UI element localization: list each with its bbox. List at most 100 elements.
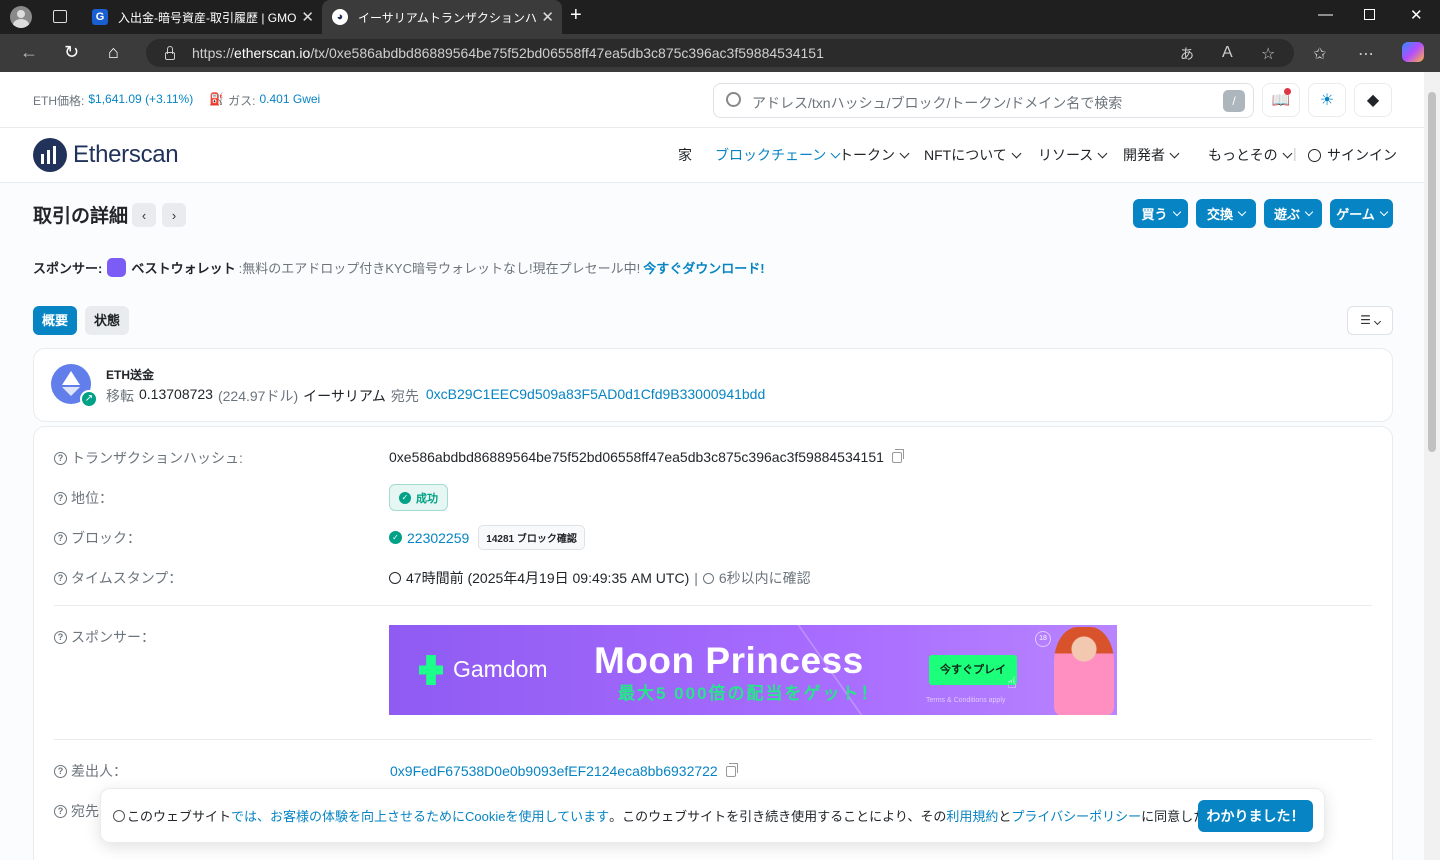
copy-icon[interactable]: [725, 762, 738, 777]
refresh-icon[interactable]: ↻: [64, 42, 79, 63]
tab-overview[interactable]: 概要: [33, 306, 77, 335]
ad-banner[interactable]: Gamdom Moon Princess 最大5 000倍の配当をゲット！ 今す…: [389, 625, 1117, 715]
play-button[interactable]: 遊ぶ: [1264, 199, 1322, 228]
timestamp-value: 47時間前 (2025年4月19日 09:49:35 AM UTC): [406, 570, 690, 586]
network-button[interactable]: ◆: [1354, 83, 1392, 117]
block-number-link[interactable]: 22302259: [407, 530, 469, 546]
back-icon[interactable]: ←: [20, 42, 38, 63]
browser-tab-gmo[interactable]: G 入出金-暗号資産-取引履歴 | GMO ✕: [82, 0, 322, 34]
transfer-label: 移転: [106, 388, 134, 404]
ad-terms: Terms & Conditions apply: [926, 697, 1006, 704]
game-button[interactable]: ゲーム: [1330, 199, 1393, 228]
chevron-down-icon: [1304, 207, 1314, 216]
cookie-banner: このウェブサイト では、お客様の体験を向上させるためにCookieを使用しています…: [100, 788, 1325, 843]
to-address-link[interactable]: 0xcB29C1EEC9d509a83F5AD0d1Cfd9B33000941b…: [426, 386, 765, 406]
clock-icon: [389, 572, 401, 584]
ad-cta-button[interactable]: 今すぐプレイ: [929, 655, 1017, 685]
stopwatch-icon: [702, 572, 714, 584]
btn-label: 遊ぶ: [1273, 207, 1300, 222]
cookie-text-1: このウェブサイト: [127, 809, 232, 824]
etherscan-favicon-icon: ◕: [332, 9, 348, 25]
transfer-amount: 0.13708723: [139, 386, 213, 402]
cursor-hand-icon: ☝: [1007, 675, 1017, 692]
status-row-label: ? 地位：: [54, 488, 113, 508]
nav-resources[interactable]: リソース: [1038, 145, 1108, 165]
nav-more[interactable]: もっとその: [1208, 145, 1293, 165]
tab-close-icon[interactable]: ✕: [301, 8, 314, 26]
help-icon: ?: [54, 764, 67, 778]
cookie-accept-button[interactable]: わかりました！: [1198, 800, 1313, 832]
url-field[interactable]: https://etherscan.io/tx/0xe586abdbd86889…: [146, 39, 1294, 67]
copy-icon[interactable]: [891, 448, 904, 463]
page-title: 取引の詳細: [33, 206, 129, 227]
minimize-icon[interactable]: —: [1318, 6, 1333, 23]
gas-value[interactable]: 0.401 Gwei: [260, 92, 321, 109]
profile-icon[interactable]: [10, 6, 32, 28]
timestamp-row-label: ? タイムスタンプ：: [54, 568, 182, 588]
tab-actions-icon[interactable]: [53, 10, 67, 23]
next-tx-button[interactable]: ›: [162, 203, 186, 227]
label-text: スポンサー：: [71, 629, 155, 645]
sign-in-link[interactable]: サインイン: [1308, 145, 1397, 165]
more-menu-icon[interactable]: ⋯: [1358, 44, 1374, 64]
exchange-button[interactable]: 交換: [1196, 199, 1256, 228]
to-label: 宛先: [390, 388, 419, 404]
chevron-left-icon: ‹: [141, 207, 147, 223]
nav-tokens[interactable]: トークン: [839, 145, 910, 165]
browser-tab-etherscan[interactable]: ◕ イーサリアムトランザクションハッシュ:0xe ✕: [322, 0, 562, 34]
summary-card: ↗ ETH送金 移転 0.13708723 (224.97ドル) イーサリアム …: [33, 348, 1393, 422]
read-aloud-icon[interactable]: A: [1222, 44, 1233, 62]
scrollbar-thumb[interactable]: [1428, 92, 1436, 452]
theme-toggle-button[interactable]: ☀: [1308, 83, 1346, 117]
prev-tx-button[interactable]: ‹: [132, 203, 156, 227]
from-row-label: ? 差出人：: [54, 761, 127, 781]
home-icon[interactable]: ⌂: [108, 42, 119, 63]
label-text: ブロック：: [71, 530, 141, 546]
sponsor-download-link[interactable]: 今すぐダウンロード!: [643, 258, 764, 277]
ad-title: Moon Princess: [594, 640, 864, 681]
etherscan-logo[interactable]: Etherscan: [33, 138, 179, 172]
buy-button[interactable]: 買う: [1133, 199, 1188, 228]
from-address-link[interactable]: 0x9FedF67538D0e0b9093efEF2124eca8bb69327…: [390, 763, 718, 779]
cookie-text-3: と: [998, 809, 1012, 824]
terms-link[interactable]: 利用規約: [946, 806, 998, 825]
status-badge: ✓ 成功: [389, 484, 448, 511]
confirm-time: 6秒以内に確認: [718, 570, 811, 586]
btn-label: 買う: [1141, 207, 1168, 222]
search-icon: [726, 92, 741, 107]
ethereum-icon: ◆: [1366, 92, 1380, 109]
label-text: タイムスタンプ：: [71, 570, 183, 586]
nav-developers[interactable]: 開発者: [1123, 145, 1180, 165]
nav-nfts[interactable]: NFTについて: [924, 145, 1022, 165]
tab-close-icon[interactable]: ✕: [541, 8, 554, 26]
new-tab-icon[interactable]: +: [570, 4, 582, 27]
label-text: トランザクションハッシュ:: [71, 450, 243, 466]
notifications-button[interactable]: 📖: [1262, 83, 1300, 117]
lock-icon[interactable]: [164, 46, 175, 60]
arrow-out-icon: ↗: [80, 390, 98, 408]
block-check-icon: ✓: [389, 531, 402, 544]
window-close-icon[interactable]: ✕: [1410, 6, 1423, 24]
nav-blockchain[interactable]: ブロックチェーン: [715, 145, 841, 165]
favorite-star-icon[interactable]: ☆: [1261, 44, 1275, 64]
translate-icon[interactable]: あ: [1180, 44, 1194, 64]
list-options-button[interactable]: ☰: [1347, 306, 1393, 335]
copilot-icon[interactable]: [1402, 42, 1424, 62]
tab-state[interactable]: 状態: [85, 306, 129, 335]
chevron-down-icon: [1169, 148, 1180, 158]
nav-label: リソース: [1038, 147, 1094, 163]
restore-icon[interactable]: [1364, 9, 1375, 20]
nav-label: ブロックチェーン: [715, 147, 827, 163]
divider: [54, 605, 1372, 606]
help-icon: ?: [54, 571, 67, 585]
eth-price-value[interactable]: $1,641.09 (+3.11%): [88, 92, 193, 109]
cookie-policy-link[interactable]: では、お客様の体験を向上させるためにCookieを使用しています: [231, 806, 609, 825]
url-prefix: https://: [192, 45, 235, 61]
favorites-icon[interactable]: ✩: [1313, 44, 1326, 64]
page-scrollbar[interactable]: [1424, 72, 1440, 860]
gmo-favicon-icon: G: [92, 9, 108, 25]
search-input[interactable]: アドレス/txnハッシュ/ブロック/トークン/ドメイン名で検索 /: [713, 83, 1254, 118]
privacy-policy-link[interactable]: プライバシーポリシー: [1011, 806, 1141, 825]
nav-home[interactable]: 家: [678, 145, 692, 165]
main-navbar: Etherscan 家 ブロックチェーン トークン NFTについて リソース 開…: [0, 128, 1424, 183]
